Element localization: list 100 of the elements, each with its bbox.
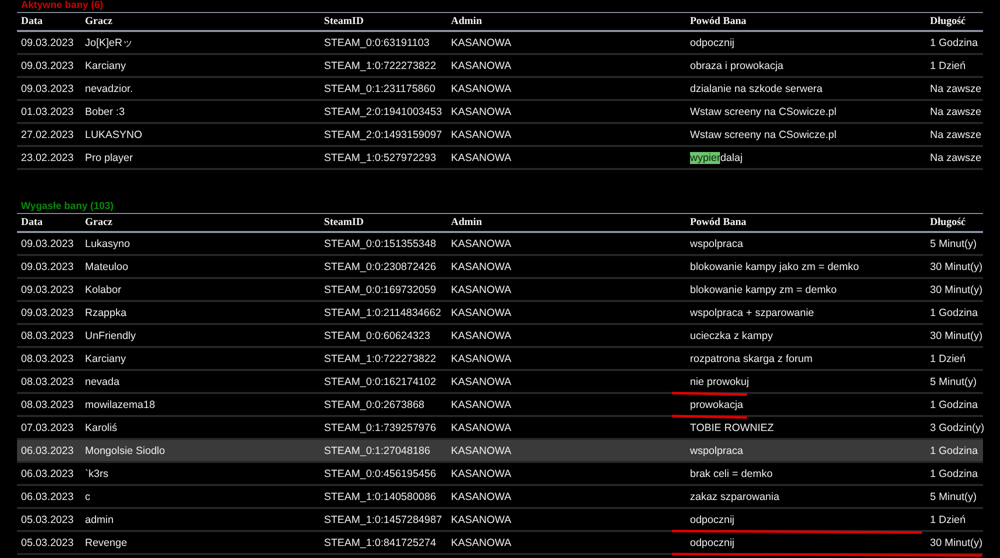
reason-cell: rozpatrona skarga z forum — [690, 352, 813, 364]
length-cell: 30 Minut(y) — [926, 278, 983, 301]
length-cell: 1 Dzień — [926, 508, 983, 531]
length-cell: 5 Minut(y) — [926, 485, 983, 508]
length-cell: 3 Godzin(y) — [926, 416, 983, 439]
admin-cell: KASANOWA — [447, 100, 686, 123]
steamid-cell: STEAM_0:1:27048186 — [320, 439, 447, 462]
reason-cell: prowokacja — [690, 398, 744, 410]
player-cell: nevadzior. — [81, 77, 320, 100]
admin-cell: KASANOWA — [447, 347, 686, 370]
admin-cell: KASANOWA — [447, 370, 686, 393]
date-cell: 08.03.2023 — [17, 370, 81, 393]
reason-cell: odpocznij — [690, 514, 734, 526]
length-cell: 30 Minut(y) — [926, 324, 983, 347]
length-cell: 30 Minut(y) — [926, 531, 983, 554]
player-cell: LUKASYNO — [81, 123, 320, 146]
steamid-cell: STEAM_0:0:162174102 — [320, 370, 447, 393]
admin-cell: KASANOWA — [447, 278, 686, 301]
steamid-cell: STEAM_2:0:1941003453 — [320, 100, 447, 123]
player-cell: c — [81, 485, 320, 508]
admin-cell: KASANOWA — [447, 301, 686, 324]
reason-cell: nie prowokuj — [690, 376, 749, 388]
player-cell: nevada — [81, 370, 320, 393]
admin-cell: KASANOWA — [447, 324, 686, 347]
length-cell: Na zawsze — [926, 123, 983, 146]
player-cell: UnFriendly — [81, 324, 320, 347]
steamid-cell: STEAM_1:0:722273822 — [320, 347, 447, 370]
admin-cell: KASANOWA — [447, 416, 686, 439]
player-cell: Jo[K]eRッ — [81, 31, 320, 54]
date-cell: 23.02.2023 — [17, 146, 81, 169]
steamid-cell: STEAM_1:0:841725274 — [320, 531, 447, 554]
steamid-cell: STEAM_0:0:2673868 — [320, 393, 447, 416]
admin-cell: KASANOWA — [447, 123, 686, 146]
steamid-cell: STEAM_1:0:722273822 — [320, 54, 447, 77]
steamid-cell: STEAM_2:0:1493159097 — [320, 123, 447, 146]
admin-cell: KASANOWA — [447, 232, 686, 255]
date-cell: 27.02.2023 — [17, 123, 81, 146]
reason-cell: Wstaw screeny na CSowicze.pl — [690, 106, 836, 118]
reason-cell: blokowanie kampy jako zm = demko — [690, 260, 859, 272]
date-cell: 09.03.2023 — [17, 301, 81, 324]
reason-cell: TOBIE ROWNIEZ — [690, 422, 774, 434]
length-cell: 1 Godzina — [926, 439, 983, 462]
admin-cell: KASANOWA — [447, 439, 686, 462]
admin-cell: KASANOWA — [447, 462, 686, 485]
player-cell: Lukasyno — [81, 232, 320, 255]
player-cell: Kolabor — [81, 278, 320, 301]
date-cell: 09.03.2023 — [17, 278, 81, 301]
reason-cell: dzialanie na szkode serwera — [690, 82, 822, 94]
admin-cell: KASANOWA — [447, 146, 686, 169]
length-cell: 1 Dzień — [926, 54, 983, 77]
steamid-cell: STEAM_0:0:63191103 — [320, 31, 447, 54]
date-cell: 09.03.2023 — [17, 77, 81, 100]
steamid-cell: STEAM_0:1:231175860 — [320, 77, 447, 100]
reason-cell: odpocznij — [690, 536, 734, 548]
date-cell: 09.03.2023 — [17, 31, 81, 54]
length-cell: 1 Dzień — [926, 347, 983, 370]
reason-cell: obraza i prowokacja — [690, 60, 784, 72]
reason-cell: ucieczka z kampy — [690, 330, 773, 342]
admin-cell: KASANOWA — [447, 255, 686, 278]
steamid-cell: STEAM_1:0:2114834662 — [320, 301, 447, 324]
admin-cell: KASANOWA — [447, 531, 686, 554]
steamid-cell: STEAM_0:0:151355348 — [320, 232, 447, 255]
length-cell: Na zawsze — [926, 146, 983, 169]
player-cell: Pro player — [81, 146, 320, 169]
admin-cell: KASANOWA — [447, 31, 686, 54]
date-cell: 05.03.2023 — [17, 531, 81, 554]
length-cell: 5 Minut(y) — [926, 370, 983, 393]
player-cell: Mateuloo — [81, 255, 320, 278]
reason-cell: wspolpraca + szparowanie — [690, 306, 814, 318]
admin-cell: KASANOWA — [447, 77, 686, 100]
date-cell: 07.03.2023 — [17, 416, 81, 439]
player-cell: Karciany — [81, 54, 320, 77]
date-cell: 01.03.2023 — [17, 100, 81, 123]
length-cell: Na zawsze — [926, 100, 983, 123]
date-cell: 05.03.2023 — [17, 508, 81, 531]
section-title: Wygasłe bany (103) — [20, 201, 114, 213]
date-cell: 09.03.2023 — [17, 54, 81, 77]
player-cell: Mongolsie Siodlo — [81, 439, 320, 462]
length-cell: 1 Godzina — [926, 462, 983, 485]
player-cell: mowilazema18 — [81, 393, 320, 416]
reason-cell: wspolpraca — [690, 238, 744, 250]
steamid-cell: STEAM_1:0:140580086 — [320, 485, 447, 508]
admin-cell: KASANOWA — [447, 508, 686, 531]
section-title: Aktywne bany (6) — [20, 0, 104, 12]
reason-cell: wspolpraca — [690, 444, 744, 456]
player-cell: admin — [81, 508, 320, 531]
length-cell: Na zawsze — [926, 77, 983, 100]
date-cell: 06.03.2023 — [17, 462, 81, 485]
length-cell: 1 Godzina — [926, 301, 983, 324]
date-cell: 06.03.2023 — [17, 485, 81, 508]
length-cell: 1 Godzina — [926, 393, 983, 416]
player-cell: `k3rs — [81, 462, 320, 485]
steamid-cell: STEAM_0:0:60624323 — [320, 324, 447, 347]
steamid-cell: STEAM_0:0:230872426 — [320, 255, 447, 278]
reason-cell: odpocznij — [690, 36, 734, 48]
date-cell: 09.03.2023 — [17, 255, 81, 278]
reason-cell: Wstaw screeny na CSowicze.pl — [690, 128, 836, 140]
steamid-cell: STEAM_0:1:739257976 — [320, 416, 447, 439]
reason-cell: zakaz szparowania — [690, 490, 780, 502]
player-cell: Karciany — [81, 347, 320, 370]
